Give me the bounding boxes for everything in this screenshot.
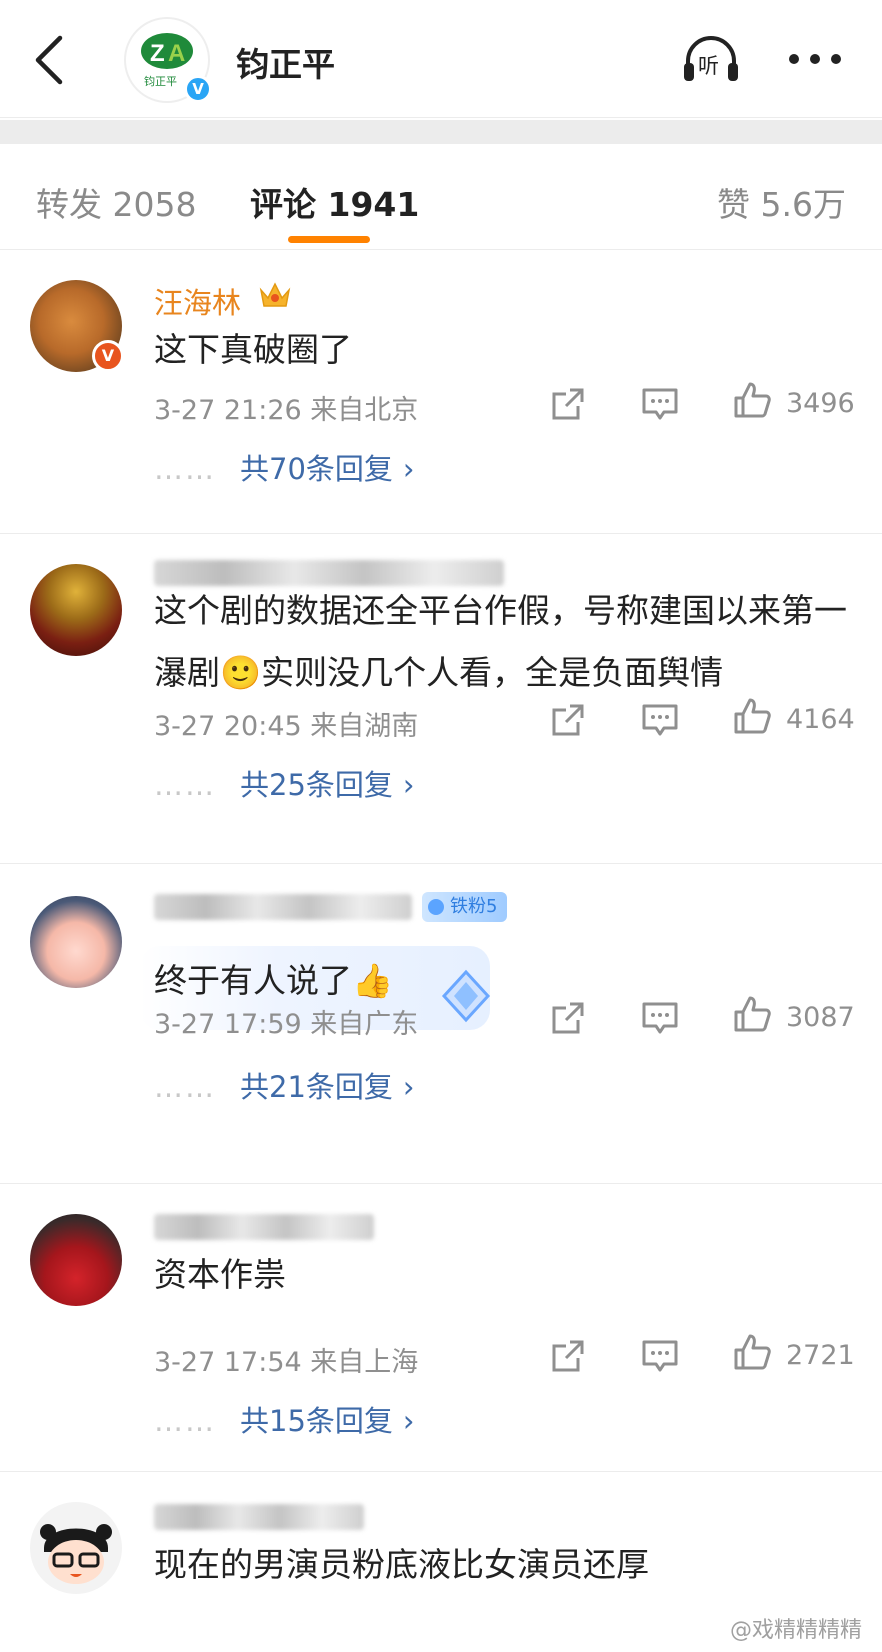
comment-item: V 汪海林 这下真破圈了 3-27 21:26 来自北京 3496 …… 共70条… (0, 250, 882, 534)
avatar-illustration (40, 1524, 112, 1584)
username[interactable] (154, 1504, 364, 1530)
comment-time-location: 3-27 20:45 来自湖南 (154, 711, 419, 742)
comment-icon[interactable] (640, 384, 680, 424)
section-divider (0, 120, 882, 144)
comment-icon[interactable] (640, 700, 680, 740)
comment-text: 现在的男演员粉底液比女演员还厚 (154, 1545, 649, 1584)
reply-count: 共21条回复 (240, 1070, 393, 1104)
share-icon[interactable] (548, 1336, 588, 1376)
avatar[interactable] (30, 1502, 122, 1594)
username[interactable] (154, 894, 412, 920)
listen-label: 听 (698, 54, 719, 78)
reply-count: 共70条回复 (240, 452, 393, 486)
svg-text:A: A (168, 40, 185, 67)
thumbs-up-icon[interactable] (732, 380, 772, 420)
watermark: @戏精精精精 (729, 1618, 862, 1643)
comment-item: 这个剧的数据还全平台作假，号称建国以来第一瀑剧🙂实则没几个人看，全是负面舆情 3… (0, 534, 882, 864)
reply-dots: …… (154, 768, 216, 802)
back-arrow-icon[interactable] (30, 34, 70, 86)
tab-likes[interactable]: 赞 5.6万 (717, 178, 846, 226)
tab-reposts[interactable]: 转发 2058 (36, 178, 196, 226)
account-avatar[interactable]: Z A 钧正平 V (124, 17, 212, 103)
fan-level-badge: 铁粉5 (422, 892, 508, 922)
username[interactable] (154, 1214, 374, 1240)
verified-badge: V (184, 75, 212, 103)
reply-dots: …… (154, 452, 216, 486)
account-name[interactable]: 钧正平 (236, 38, 335, 86)
top-bar: Z A 钧正平 V 钧正平 听 (0, 0, 882, 118)
comment-text: 这下真破圈了 (154, 330, 352, 369)
tab-bar: 转发 2058 评论 1941 赞 5.6万 (0, 144, 882, 250)
reply-dots: …… (154, 1070, 216, 1104)
active-tab-indicator (288, 236, 370, 243)
comment-text: 资本作祟 (154, 1255, 286, 1294)
username[interactable]: 汪海林 (154, 280, 241, 322)
share-icon[interactable] (548, 384, 588, 424)
comment-icon[interactable] (640, 998, 680, 1038)
share-icon[interactable] (548, 700, 588, 740)
like-count: 3496 (786, 388, 855, 419)
share-icon[interactable] (548, 998, 588, 1038)
chevron-right-icon: › (402, 768, 415, 802)
reply-count: 共25条回复 (240, 768, 393, 802)
avatar[interactable]: V (30, 280, 124, 372)
crown-icon (259, 282, 291, 307)
avatar[interactable] (30, 896, 122, 988)
svg-text:Z: Z (150, 40, 165, 67)
avatar[interactable] (30, 564, 122, 656)
chevron-right-icon: › (402, 452, 415, 486)
view-replies-link[interactable]: …… 共15条回复 › (154, 1398, 415, 1440)
view-replies-link[interactable]: …… 共21条回复 › (154, 1064, 415, 1106)
comment-icon[interactable] (640, 1336, 680, 1376)
comment-time-location: 3-27 17:59 来自广东 (154, 1009, 419, 1040)
like-count: 2721 (786, 1340, 855, 1371)
like-count: 3087 (786, 1002, 855, 1033)
verified-badge: V (92, 340, 124, 372)
view-replies-link[interactable]: …… 共70条回复 › (154, 446, 415, 488)
comment-time-location: 3-27 17:54 来自上海 (154, 1347, 419, 1378)
chevron-right-icon: › (402, 1404, 415, 1438)
comment-text: 这个剧的数据还全平台作假，号称建国以来第一瀑剧🙂实则没几个人看，全是负面舆情 (154, 591, 847, 692)
like-count: 4164 (786, 704, 855, 735)
headphones-icon[interactable]: 听 (680, 33, 742, 85)
more-dots-icon[interactable] (786, 44, 844, 74)
fan-badge-label: 铁粉5 (450, 896, 498, 917)
svg-text:钧正平: 钧正平 (144, 74, 177, 88)
comment-item: 铁粉5 终于有人说了👍 3-27 17:59 来自广东 3087 …… 共21条回… (0, 864, 882, 1184)
thumbs-up-icon[interactable] (732, 696, 772, 736)
thumbs-up-icon[interactable] (732, 1332, 772, 1372)
fan-badge-icon (428, 899, 444, 915)
reply-count: 共15条回复 (240, 1404, 393, 1438)
comment-item: 资本作祟 3-27 17:54 来自上海 2721 …… 共15条回复 › (0, 1184, 882, 1472)
thumbs-up-icon[interactable] (732, 994, 772, 1034)
chevron-right-icon: › (402, 1070, 415, 1104)
view-replies-link[interactable]: …… 共25条回复 › (154, 762, 415, 804)
avatar[interactable] (30, 1214, 122, 1306)
tab-comments[interactable]: 评论 1941 (250, 178, 419, 226)
reply-dots: …… (154, 1404, 216, 1438)
comment-time-location: 3-27 21:26 来自北京 (154, 395, 419, 426)
